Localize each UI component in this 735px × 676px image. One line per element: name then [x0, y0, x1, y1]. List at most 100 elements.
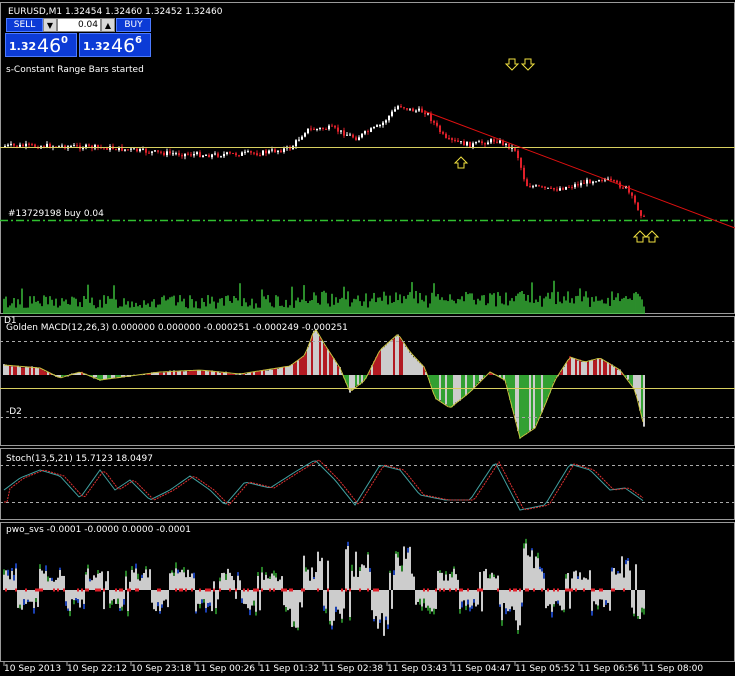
price-bar: [553, 187, 555, 190]
price-bar: [520, 158, 522, 168]
pwo-zero-mark: [547, 588, 549, 592]
price-bar: [190, 154, 192, 156]
pwo-zero-mark: [583, 588, 585, 592]
time-axis-label: 11 Sep 02:38: [323, 664, 384, 674]
price-bar: [10, 143, 12, 145]
price-bar: [589, 179, 591, 184]
price-bar: [595, 181, 597, 183]
panel-border: [0, 316, 735, 446]
price-bar: [466, 141, 468, 146]
price-bar: [253, 152, 255, 154]
price-bar: [637, 202, 639, 211]
price-bar: [115, 149, 117, 151]
pwo-zero-mark: [317, 588, 319, 592]
time-axis-label: 11 Sep 05:52: [515, 664, 576, 674]
price-bar: [157, 150, 159, 152]
pwo-zero-mark: [533, 588, 535, 592]
pwo-zero-mark: [63, 588, 65, 592]
price-bar: [307, 128, 309, 134]
price-bar: [571, 187, 573, 189]
pwo-zero-mark: [571, 588, 573, 592]
price-bar: [577, 184, 579, 186]
price-bar: [133, 148, 135, 150]
lot-decrease-button[interactable]: ▼: [43, 18, 57, 32]
pwo-zero-mark: [461, 588, 463, 592]
price-bar: [496, 141, 498, 143]
price-bar: [22, 144, 24, 147]
buy-price-button[interactable]: 1.32 46 6: [79, 33, 151, 57]
pwo-zero-mark: [515, 588, 517, 592]
pwo-zero-mark: [481, 588, 483, 592]
pwo-zero-mark: [553, 588, 555, 592]
pwo-zero-mark: [5, 588, 7, 592]
pwo-zero-mark: [479, 588, 481, 592]
price-bar: [376, 125, 378, 127]
pwo-zero-mark: [127, 588, 129, 592]
pwo-zero-mark: [121, 588, 123, 592]
price-bar: [472, 143, 474, 148]
price-bar: [61, 145, 63, 147]
lot-size-input[interactable]: 0.04: [57, 18, 101, 32]
pwo-zero-mark: [209, 588, 211, 592]
price-bar: [139, 148, 141, 152]
price-bar: [448, 137, 450, 139]
pwo-zero-mark: [99, 588, 101, 592]
lot-increase-button[interactable]: ▲: [101, 18, 115, 32]
pwo-zero-mark: [443, 588, 445, 592]
pwo-zero-mark: [97, 588, 99, 592]
pwo-zero-mark: [557, 588, 559, 592]
price-bar: [598, 180, 600, 182]
pwo-zero-mark: [541, 588, 543, 592]
time-axis-label: 11 Sep 00:26: [195, 664, 256, 674]
pwo-zero-mark: [601, 588, 603, 592]
pwo-zero-mark: [565, 588, 567, 592]
price-bar: [580, 182, 582, 186]
price-bar: [208, 154, 210, 158]
price-bar: [160, 151, 162, 153]
price-bar: [457, 140, 459, 142]
price-bar: [535, 185, 537, 187]
pwo-zero-mark: [273, 588, 275, 592]
price-bar: [409, 108, 411, 110]
price-bar: [601, 180, 603, 182]
price-bar: [418, 108, 420, 111]
price-bar: [499, 140, 501, 143]
sell-button[interactable]: SELL: [6, 18, 43, 32]
price-bar: [541, 186, 543, 188]
order-label: #13729198 buy 0.04: [8, 209, 104, 219]
price-bar: [109, 146, 111, 150]
price-bar: [547, 187, 549, 189]
price-bar: [358, 137, 360, 141]
pwo-zero-mark: [455, 588, 457, 592]
price-bar: [34, 144, 36, 147]
price-bar: [310, 128, 312, 130]
pwo-zero-mark: [229, 588, 231, 592]
pwo-zero-mark: [611, 588, 613, 592]
buy-button[interactable]: BUY: [116, 18, 151, 32]
price-bar: [4, 145, 6, 147]
pwo-zero-mark: [281, 588, 283, 592]
pwo-label: pwo_svs -0.0001 -0.0000 0.0000 -0.0001: [6, 525, 191, 535]
price-bar: [469, 141, 471, 148]
price-bar: [406, 108, 408, 110]
price-bar: [241, 152, 243, 156]
price-bar: [334, 125, 336, 128]
sell-price-button[interactable]: 1.32 46 0: [5, 33, 77, 57]
price-bar: [370, 128, 372, 132]
pwo-zero-mark: [349, 588, 351, 592]
price-bar: [349, 134, 351, 136]
price-bar: [154, 150, 156, 152]
chart-canvas[interactable]: [0, 0, 735, 676]
price-bar: [148, 152, 150, 154]
price-bar: [280, 150, 282, 152]
price-bar: [169, 151, 171, 154]
price-bar: [163, 152, 165, 156]
status-message: s-Constant Range Bars started: [6, 65, 144, 75]
time-axis-label: 10 Sep 23:18: [131, 664, 192, 674]
time-axis-label: 10 Sep 22:12: [67, 664, 128, 674]
price-bar: [517, 150, 519, 159]
pwo-zero-mark: [77, 588, 79, 592]
price-bar: [7, 144, 9, 146]
pwo-zero-mark: [81, 588, 83, 592]
pwo-zero-mark: [285, 588, 287, 592]
